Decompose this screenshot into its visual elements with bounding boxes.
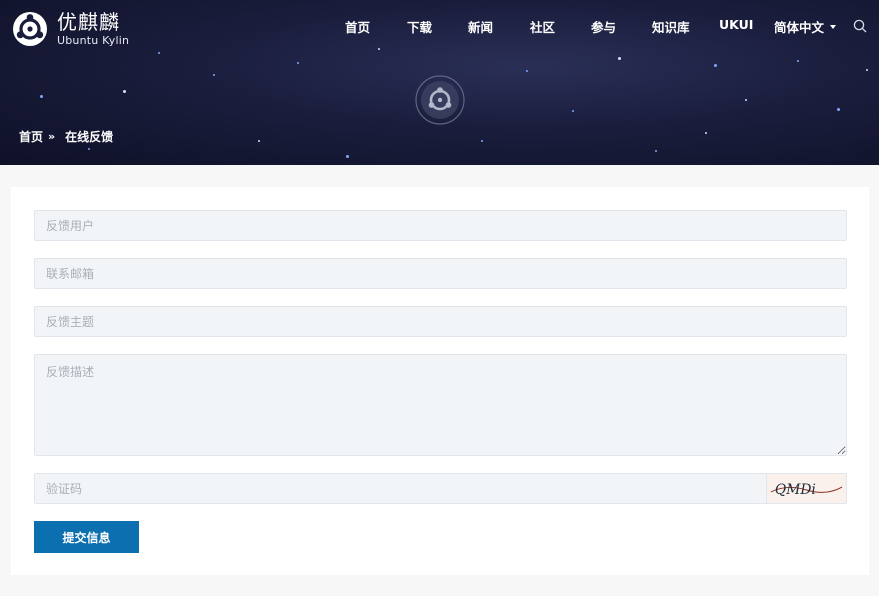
breadcrumb-current: 在线反馈 [65, 130, 114, 144]
captcha-row: QMDi [34, 473, 847, 504]
feedback-subject-input[interactable] [34, 306, 847, 337]
nav-item-ukui[interactable]: UKUI [719, 17, 753, 32]
search-icon[interactable] [853, 19, 867, 33]
nav-item-community[interactable]: 社区 [530, 17, 555, 36]
breadcrumb: 首页 » 在线反馈 [19, 128, 113, 145]
language-dropdown[interactable]: 简体中文 [774, 17, 837, 36]
captcha-text: QMDi [775, 482, 816, 498]
submit-button[interactable]: 提交信息 [34, 521, 139, 553]
nav-item-download[interactable]: 下载 [407, 17, 432, 36]
feedback-description-textarea[interactable] [34, 354, 847, 456]
captcha-input[interactable] [34, 473, 847, 504]
main-nav: 首页 下载 新闻 社区 参与 知识库 UKUI 简体中文 [0, 17, 879, 35]
nav-item-news[interactable]: 新闻 [468, 17, 493, 36]
language-label: 简体中文 [774, 20, 825, 35]
nav-item-participate[interactable]: 参与 [591, 17, 616, 36]
contact-email-input[interactable] [34, 258, 847, 289]
brand-name-en: Ubuntu Kylin [57, 34, 130, 47]
header-banner: 优麒麟 Ubuntu Kylin 首页 下载 新闻 社区 参与 知识库 UKUI… [0, 0, 879, 165]
breadcrumb-home[interactable]: 首页 [19, 128, 43, 145]
captcha-image[interactable]: QMDi [766, 474, 846, 503]
breadcrumb-separator: » [48, 130, 56, 143]
nav-item-home[interactable]: 首页 [345, 17, 370, 36]
nav-item-knowledge-base[interactable]: 知识库 [652, 17, 690, 36]
emblem-icon [415, 75, 465, 125]
chevron-down-icon [830, 24, 837, 29]
feedback-form-card: QMDi 提交信息 [11, 187, 869, 575]
feedback-user-input[interactable] [34, 210, 847, 241]
